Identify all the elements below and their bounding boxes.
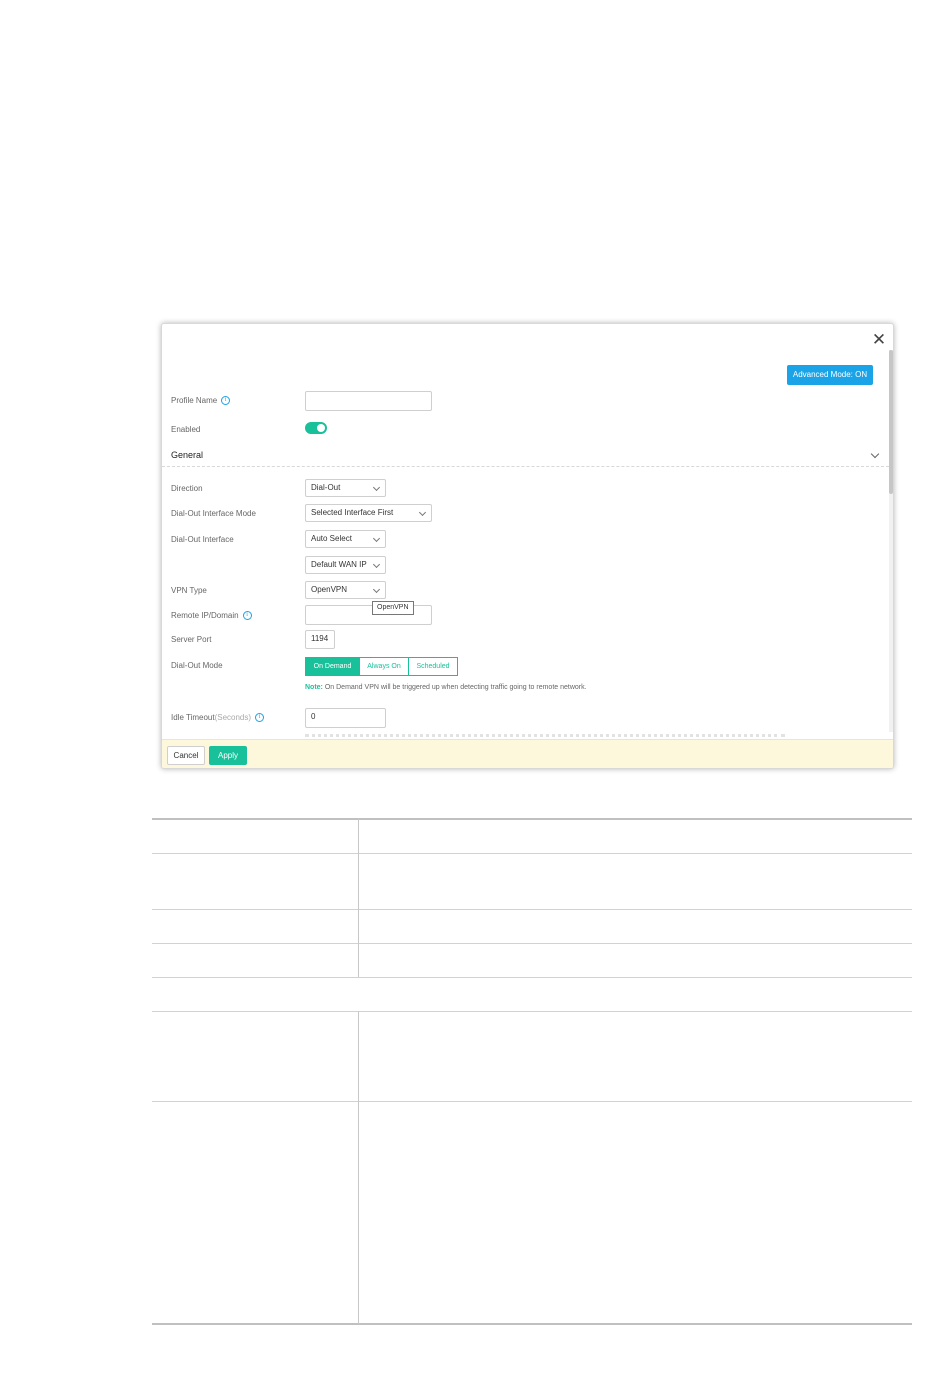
profile-name-input[interactable]	[305, 391, 432, 411]
idle-timeout-label-text: Idle Timeout	[171, 713, 215, 722]
table-rule	[152, 1323, 912, 1325]
dialout-mode-scheduled[interactable]: Scheduled	[408, 657, 458, 676]
info-icon[interactable]: i	[221, 396, 231, 406]
info-icon[interactable]: i	[242, 611, 252, 621]
clipped-hint-text	[305, 734, 785, 737]
idle-timeout-unit: (Seconds)	[214, 713, 252, 722]
note-text: On Demand VPN will be triggered up when …	[322, 684, 587, 691]
table-rule	[152, 1011, 912, 1012]
vpn-profile-dialog: ✕ Advanced Mode: ON Profile Name i Enable…	[161, 323, 894, 769]
idle-timeout-label: Idle Timeout(Seconds) i	[171, 713, 265, 723]
section-divider	[162, 466, 889, 467]
dialout-interface-mode-label: Dial-Out Interface Mode	[171, 509, 256, 518]
wan-ip-select[interactable]: Default WAN IP	[305, 556, 386, 574]
section-general-title[interactable]: General	[171, 450, 203, 460]
table-rule	[152, 977, 912, 978]
apply-button[interactable]: Apply	[209, 746, 247, 765]
scrollbar-thumb[interactable]	[889, 350, 893, 494]
chevron-down-icon	[372, 534, 381, 543]
dialout-interface-mode-select[interactable]: Selected Interface First	[305, 504, 432, 522]
remote-ip-label: Remote IP/Domain i	[171, 611, 252, 621]
vpn-type-select[interactable]: OpenVPN	[305, 581, 386, 599]
wan-ip-value: Default WAN IP	[311, 560, 367, 569]
dialout-mode-on-demand[interactable]: On Demand	[305, 657, 360, 676]
vpn-type-label: VPN Type	[171, 586, 207, 595]
description-table	[152, 818, 912, 1325]
enabled-toggle[interactable]	[305, 422, 327, 434]
dialout-interface-select[interactable]: Auto Select	[305, 530, 386, 548]
remote-ip-label-text: Remote IP/Domain	[171, 611, 239, 620]
table-column-divider	[358, 818, 359, 977]
table-rule	[152, 818, 912, 820]
direction-select[interactable]: Dial-Out	[305, 479, 386, 497]
info-icon[interactable]: i	[255, 713, 265, 723]
table-rule	[152, 853, 912, 854]
dialout-interface-label: Dial-Out Interface	[171, 535, 234, 544]
dialog-footer: Cancel Apply	[162, 739, 893, 768]
chevron-down-icon	[372, 483, 381, 492]
table-rule	[152, 909, 912, 910]
server-port-input[interactable]: 1194	[305, 630, 335, 649]
profile-name-label-text: Profile Name	[171, 396, 218, 405]
dialout-mode-note: Note: On Demand VPN will be triggered up…	[305, 684, 587, 691]
direction-label: Direction	[171, 484, 203, 493]
chevron-down-icon	[418, 508, 427, 517]
enabled-label: Enabled	[171, 425, 201, 434]
cancel-button[interactable]: Cancel	[167, 746, 205, 765]
vpn-type-tooltip: OpenVPN	[372, 601, 414, 615]
vpn-type-value: OpenVPN	[311, 585, 348, 594]
dialout-interface-value: Auto Select	[311, 534, 352, 543]
table-rule	[152, 1101, 912, 1102]
server-port-label: Server Port	[171, 635, 212, 644]
dialog-scrollbar[interactable]	[889, 350, 893, 732]
dialout-interface-mode-value: Selected Interface First	[311, 508, 394, 517]
chevron-down-icon[interactable]	[870, 449, 880, 459]
direction-value: Dial-Out	[311, 483, 341, 492]
close-icon[interactable]: ✕	[871, 331, 887, 348]
advanced-mode-button[interactable]: Advanced Mode: ON	[787, 365, 873, 385]
chevron-down-icon	[372, 585, 381, 594]
dialout-mode-always-on[interactable]: Always On	[359, 657, 409, 676]
table-column-divider	[358, 1011, 359, 1324]
profile-name-label: Profile Name i	[171, 396, 231, 406]
note-key: Note:	[305, 684, 323, 691]
dialout-mode-label: Dial-Out Mode	[171, 661, 223, 670]
idle-timeout-input[interactable]: 0	[305, 708, 386, 728]
chevron-down-icon	[372, 560, 381, 569]
toggle-knob	[317, 424, 325, 432]
table-rule	[152, 943, 912, 944]
